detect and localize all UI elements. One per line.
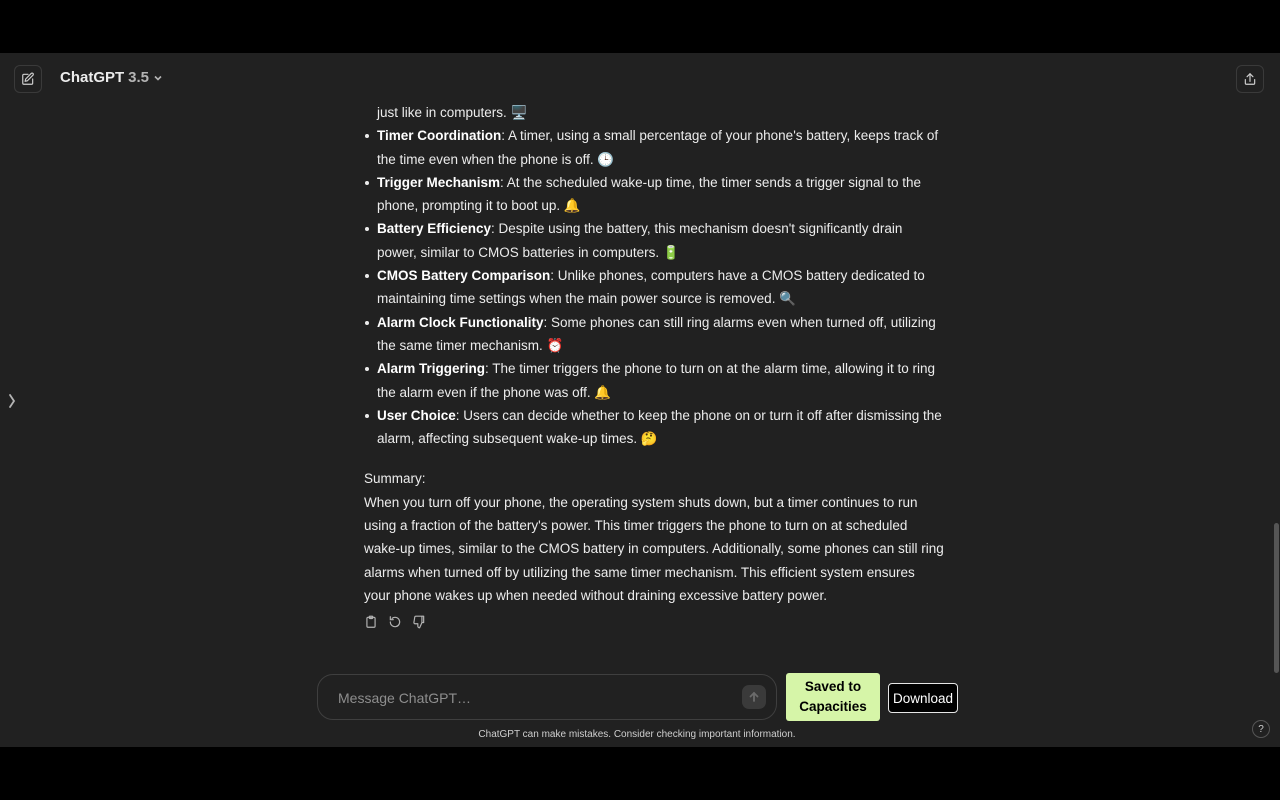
- download-button[interactable]: Download: [888, 683, 958, 713]
- list-item-title: Alarm Triggering: [377, 361, 486, 377]
- regenerate-button[interactable]: [388, 615, 404, 631]
- new-chat-button[interactable]: [14, 65, 42, 93]
- saved-button-label: Saved to Capacities: [799, 677, 867, 717]
- message-continuation: just like in computers. 🖥️: [377, 105, 528, 120]
- model-version: 3.5: [128, 69, 150, 86]
- summary-label: Summary:: [364, 471, 426, 487]
- list-item: CMOS Battery Comparison: Unlike phones, …: [365, 264, 944, 311]
- saved-line-1: Saved to: [804, 679, 862, 694]
- sidebar-toggle-button[interactable]: [8, 393, 16, 414]
- send-button[interactable]: [742, 685, 766, 709]
- scrollbar[interactable]: [1274, 523, 1279, 673]
- clipboard-icon: [366, 615, 376, 628]
- model-selector[interactable]: ChatGPT 3.5: [60, 69, 163, 86]
- chat-app: ChatGPT 3.5 just like in computers. 🖥️ T…: [0, 53, 1280, 747]
- edit-icon: [22, 72, 34, 85]
- thumbs-down-icon: [413, 615, 425, 629]
- chevron-down-icon: [154, 75, 162, 81]
- model-name: ChatGPT: [60, 69, 125, 86]
- list-item: Battery Efficiency: Despite using the ba…: [365, 217, 944, 264]
- list-item-title: Alarm Clock Functionality: [377, 314, 544, 330]
- list-item: Timer Coordination: A timer, using a sma…: [365, 124, 944, 171]
- copy-button[interactable]: [364, 615, 380, 631]
- message-composer: [317, 674, 777, 720]
- list-item: Alarm Triggering: The timer triggers the…: [365, 357, 944, 404]
- list-item: Alarm Clock Functionality: Some phones c…: [365, 311, 944, 358]
- assistant-message: just like in computers. 🖥️ Timer Coordin…: [364, 101, 944, 607]
- thumbs-down-button[interactable]: [412, 615, 428, 631]
- list-item: User Choice: Users can decide whether to…: [365, 404, 944, 451]
- message-input[interactable]: [336, 687, 730, 709]
- saved-line-2: Capacities: [799, 699, 867, 714]
- list-item-title: Battery Efficiency: [377, 221, 492, 237]
- list-item-text: : Users can decide whether to keep the p…: [377, 407, 942, 447]
- share-button[interactable]: [1236, 65, 1264, 93]
- list-item-title: User Choice: [377, 407, 456, 423]
- chevron-right-icon: [9, 394, 16, 408]
- list-item: Trigger Mechanism: At the scheduled wake…: [365, 171, 944, 218]
- share-icon: [1244, 73, 1256, 85]
- message-actions: [364, 615, 428, 631]
- list-item-title: CMOS Battery Comparison: [377, 268, 551, 284]
- list-item-title: Trigger Mechanism: [377, 174, 501, 190]
- header: ChatGPT 3.5: [0, 53, 1280, 105]
- bullet-list: Timer Coordination: A timer, using a sma…: [364, 124, 944, 450]
- summary-text: When you turn off your phone, the operat…: [364, 494, 944, 603]
- disclaimer-text: ChatGPT can make mistakes. Consider chec…: [478, 729, 796, 740]
- saved-to-capacities-button[interactable]: Saved to Capacities: [786, 673, 880, 721]
- help-button[interactable]: ?: [1252, 720, 1270, 738]
- arrow-up-icon: [749, 691, 759, 702]
- list-item-title: Timer Coordination: [377, 128, 502, 144]
- refresh-icon: [389, 616, 401, 628]
